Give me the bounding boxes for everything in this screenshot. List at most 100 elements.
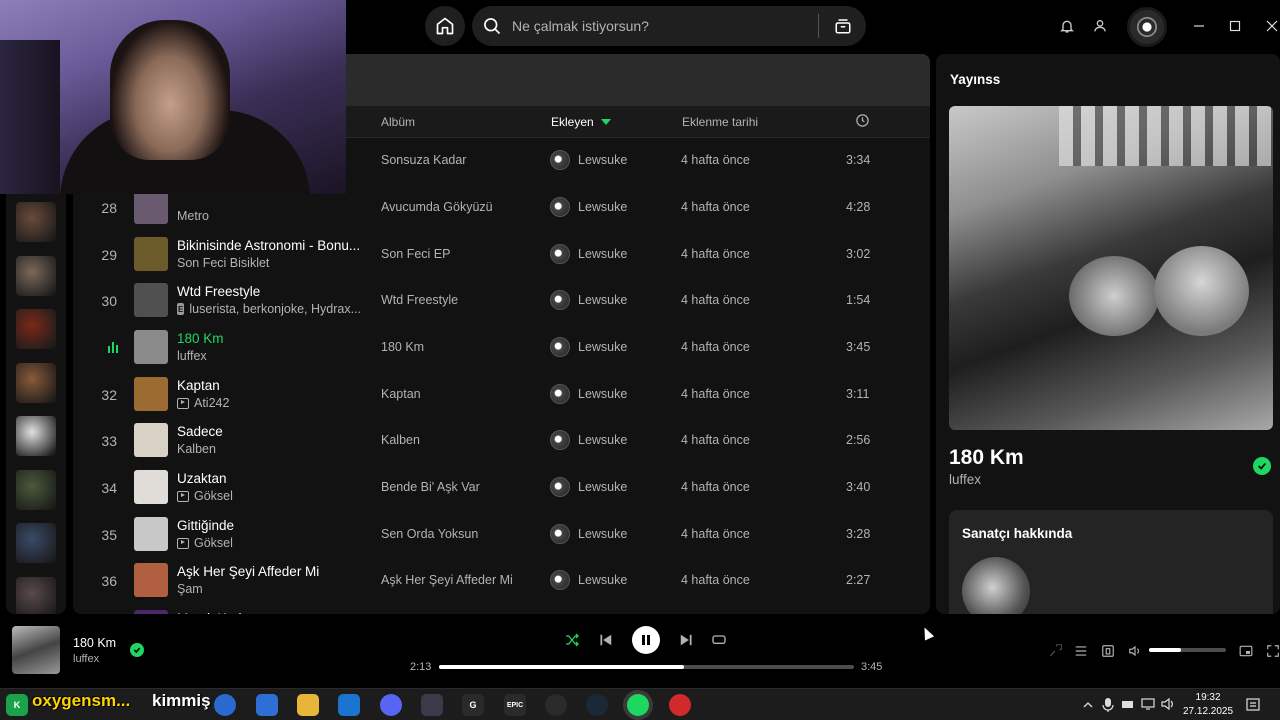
track-title[interactable]: Kaptan (177, 378, 361, 393)
track-added-by[interactable]: Lewsuke (550, 244, 627, 264)
library-playlist-thumb[interactable] (16, 309, 56, 349)
volume-slider[interactable] (1149, 648, 1226, 652)
saved-check-button[interactable] (1253, 457, 1271, 475)
previous-button[interactable] (596, 630, 616, 650)
progress-bar[interactable] (439, 665, 854, 669)
player-song-title[interactable]: 180 Km (73, 636, 116, 650)
track-title[interactable]: Bikinisinde Astronomi - Bonu... (177, 238, 361, 253)
about-artist-card[interactable]: Sanatçı hakkında (949, 510, 1273, 614)
edge-icon[interactable] (214, 694, 236, 716)
connect-device-button[interactable] (1100, 643, 1116, 659)
library-playlist-thumb[interactable] (16, 255, 56, 296)
fullscreen-button[interactable] (1265, 643, 1280, 659)
system-clock[interactable]: 19:32 27.12.2025 (1183, 691, 1233, 719)
track-row[interactable]: 36 Aşk Her Şeyi Affeder Mi Şam Aşk Her Şeyi… (73, 558, 930, 604)
opera-gx-icon[interactable] (669, 694, 691, 716)
track-album[interactable]: Kalben (381, 433, 420, 447)
shuffle-button[interactable] (562, 630, 582, 650)
track-added-by[interactable]: Lewsuke (550, 430, 627, 450)
minimize-button[interactable] (1187, 14, 1211, 38)
track-artist[interactable]: Son Feci Bisiklet (177, 256, 361, 270)
spotify-icon[interactable] (627, 694, 649, 716)
track-artist[interactable]: Göksel (177, 536, 361, 550)
next-button[interactable] (676, 630, 696, 650)
track-album[interactable]: Aşk Her Şeyi Affeder Mi (381, 573, 513, 587)
show-hidden-icons[interactable] (1082, 699, 1094, 711)
maximize-button[interactable] (1223, 14, 1247, 38)
network-icon[interactable] (1141, 697, 1155, 711)
track-added-by[interactable]: Lewsuke (550, 197, 627, 217)
epic-games-icon[interactable]: EPIC (504, 694, 526, 716)
track-added-by[interactable]: Lewsuke (550, 384, 627, 404)
microphone-tray-icon[interactable] (1101, 697, 1115, 713)
notifications-button[interactable] (1058, 17, 1076, 35)
track-artist[interactable]: Şam (177, 582, 361, 596)
track-row[interactable]: Marslı Kadın (73, 605, 930, 614)
track-title[interactable]: Uzaktan (177, 471, 361, 486)
mute-button[interactable] (1127, 643, 1143, 659)
track-added-by[interactable]: Lewsuke (550, 570, 627, 590)
library-playlist-thumb[interactable] (16, 416, 56, 456)
track-added-by[interactable]: Lewsuke (550, 337, 627, 357)
track-row[interactable]: 35 Gittiğinde Göksel Sen Orda Yoksun Lewsuke… (73, 512, 930, 558)
track-album[interactable]: Wtd Freestyle (381, 293, 458, 307)
search-bar[interactable] (472, 6, 866, 46)
player-cover[interactable] (12, 626, 60, 674)
pause-button[interactable] (632, 626, 660, 654)
track-row[interactable]: 180 Km luffex 180 Km Lewsuke 4 hafta önce 3:4… (73, 325, 930, 371)
track-title[interactable]: Wtd Freestyle (177, 284, 361, 299)
home-button[interactable] (425, 6, 465, 46)
track-row[interactable]: 30 Wtd Freestyle Eluserista, berkonjoke, H… (73, 278, 930, 324)
column-album[interactable]: Albüm (381, 115, 415, 129)
track-row[interactable]: 29 Bikinisinde Astronomi - Bonu... Son Fec… (73, 232, 930, 278)
friend-activity-button[interactable] (1091, 17, 1109, 35)
search-input[interactable] (512, 18, 812, 34)
track-added-by[interactable]: Lewsuke (550, 477, 627, 497)
track-artist[interactable]: Kalben (177, 442, 361, 456)
track-title[interactable]: Aşk Her Şeyi Affeder Mi (177, 564, 361, 579)
queue-button[interactable] (1073, 643, 1089, 659)
mail-icon[interactable] (338, 694, 360, 716)
track-album[interactable]: Son Feci EP (381, 247, 450, 261)
library-playlist-thumb[interactable] (16, 469, 56, 510)
track-album[interactable]: Sen Orda Yoksun (381, 527, 478, 541)
track-row[interactable]: 32 Kaptan Ati242 Kaptan Lewsuke 4 hafta önce 3… (73, 372, 930, 418)
track-artist[interactable]: Göksel (177, 489, 361, 503)
track-album[interactable]: Bende Bi' Aşk Var (381, 480, 480, 494)
track-album[interactable]: Sonsuza Kadar (381, 153, 466, 167)
player-artist[interactable]: luffex (73, 653, 99, 665)
steam-icon[interactable] (586, 694, 608, 716)
track-artist[interactable]: Metro (177, 209, 361, 223)
now-playing-artist[interactable]: luffex (949, 472, 981, 487)
profile-avatar[interactable] (1127, 7, 1167, 47)
discord-icon[interactable] (380, 694, 402, 716)
column-date-added[interactable]: Eklenme tarihi (682, 115, 758, 129)
track-row[interactable]: 34 Uzaktan Göksel Bende Bi' Aşk Var Lewsuke 4… (73, 465, 930, 511)
track-album[interactable]: 180 Km (381, 340, 424, 354)
app-hexagon-icon[interactable] (421, 694, 443, 716)
library-playlist-thumb[interactable] (16, 576, 56, 617)
track-row[interactable]: 33 Sadece Kalben Kalben Lewsuke 4 hafta önce 2… (73, 418, 930, 464)
library-playlist-thumb[interactable] (16, 362, 56, 403)
column-duration[interactable] (855, 113, 870, 131)
track-added-by[interactable]: Lewsuke (550, 150, 627, 170)
lyrics-button[interactable] (1047, 643, 1063, 659)
browse-button[interactable] (818, 14, 852, 38)
now-playing-song[interactable]: 180 Km (949, 446, 1024, 470)
track-artist[interactable]: Eluserista, berkonjoke, Hydrax... (177, 302, 361, 316)
column-added-by[interactable]: Ekleyen (551, 115, 611, 129)
speedometer-icon[interactable] (545, 694, 567, 716)
speaker-tray-icon[interactable] (1161, 697, 1175, 711)
notification-center-icon[interactable] (1245, 697, 1261, 713)
repeat-button[interactable] (709, 630, 729, 650)
player-saved-button[interactable] (130, 643, 144, 657)
track-album[interactable]: Avucumda Gökyüzü (381, 200, 493, 214)
g-hub-icon[interactable]: G (462, 694, 484, 716)
track-artist[interactable]: Ati242 (177, 396, 361, 410)
library-playlist-thumb[interactable] (16, 202, 56, 242)
file-explorer-icon[interactable] (297, 694, 319, 716)
battery-icon[interactable] (1121, 698, 1135, 710)
track-added-by[interactable]: Lewsuke (550, 524, 627, 544)
track-album[interactable]: Kaptan (381, 387, 421, 401)
track-added-by[interactable]: Lewsuke (550, 290, 627, 310)
